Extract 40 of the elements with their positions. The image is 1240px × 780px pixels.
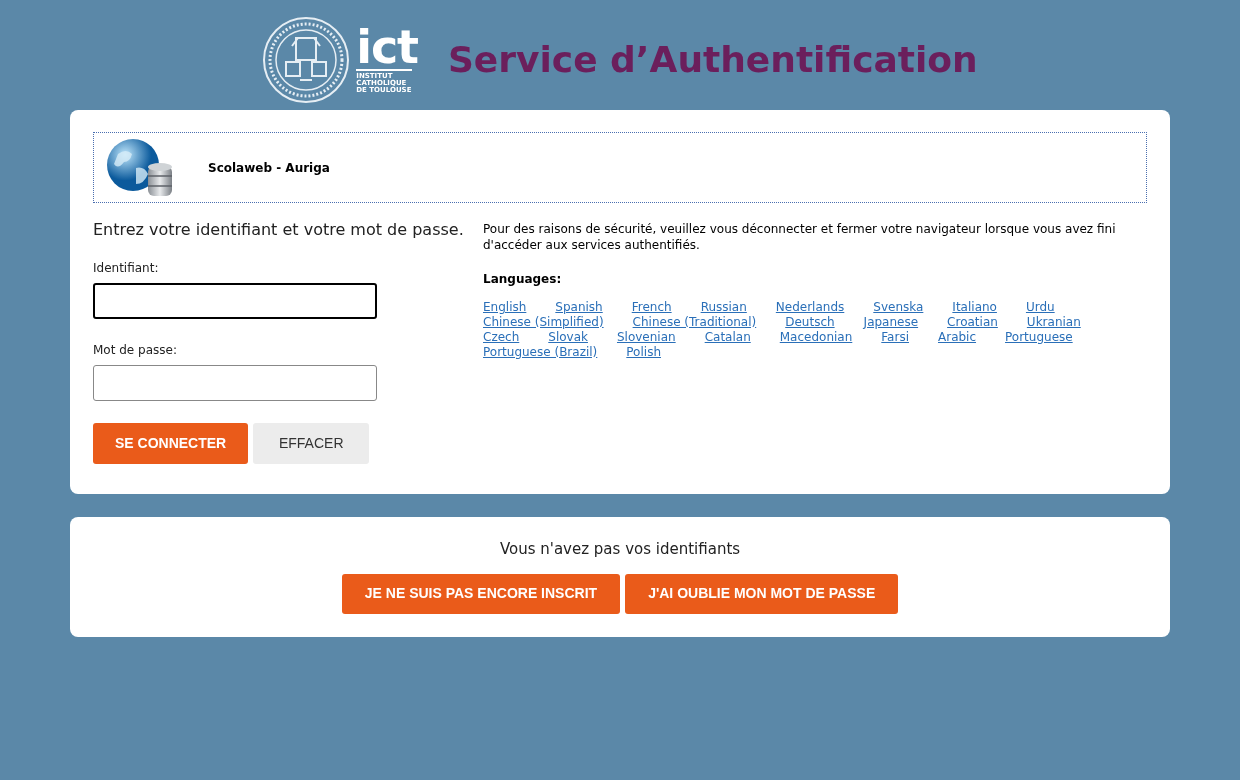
field-label: Mot de passe: <box>93 342 178 359</box>
language-link[interactable]: Polish <box>626 345 661 360</box>
language-link[interactable]: Croatian <box>947 315 998 330</box>
help-heading: Vous n'avez pas vos identifiants <box>499 539 741 560</box>
field-label: Identifiant: <box>93 260 160 277</box>
languages-label: Languages: <box>483 271 563 288</box>
language-link[interactable]: Urdu <box>1025 300 1055 315</box>
language-link[interactable]: Japanese <box>863 315 919 330</box>
service-name: Scolaweb - Auriga <box>208 159 330 177</box>
language-link[interactable]: Deutsch <box>785 315 835 330</box>
login-heading: Entrez votre identifiant et votre mot de passe. <box>93 221 465 239</box>
language-link[interactable]: Nederlands <box>775 300 845 315</box>
language-link[interactable]: Ukranian <box>1026 315 1081 330</box>
clear-button[interactable]: EFFACER <box>253 423 370 464</box>
login-button[interactable]: SE CONNECTER <box>93 423 249 464</box>
logo-wordmark: ict <box>356 26 418 67</box>
language-link[interactable]: Svenska <box>873 300 924 315</box>
language-link[interactable]: English <box>483 300 527 315</box>
language-link[interactable]: Portuguese <box>1005 330 1073 345</box>
security-notice: Pour des raisons de sécurité, veuillez vous déconnecter et fermer votre navigateur lorsque vous avez fini d'accéder aux services authentifiés. <box>483 221 1117 253</box>
language-link[interactable]: Czech <box>483 330 520 345</box>
language-link[interactable]: Chinese (Traditional) <box>632 315 757 330</box>
language-link[interactable]: Slovak <box>548 330 588 345</box>
language-link[interactable]: Farsi <box>881 330 909 345</box>
help-button[interactable]: J'AI OUBLIE MON MOT DE PASSE <box>625 573 899 614</box>
input-field[interactable] <box>93 283 377 319</box>
page-title: Service d’Authentification <box>447 38 978 82</box>
language-link[interactable]: French <box>631 300 672 315</box>
input-field[interactable] <box>93 365 377 401</box>
language-link[interactable]: Chinese (Simplified) <box>483 315 604 330</box>
language-link[interactable]: Arabic <box>938 330 977 345</box>
language-link[interactable]: Russian <box>700 300 747 315</box>
language-link[interactable]: Spanish <box>555 300 603 315</box>
seal-icon <box>262 16 351 104</box>
language-link[interactable]: Portuguese (Brazil) <box>483 345 598 360</box>
language-link[interactable]: Catalan <box>704 330 751 345</box>
help-button[interactable]: JE NE SUIS PAS ENCORE INSCRIT <box>341 573 621 614</box>
language-link[interactable]: Slovenian <box>616 330 676 345</box>
language-link[interactable]: Macedonian <box>779 330 853 345</box>
language-link[interactable]: Italiano <box>952 300 997 315</box>
